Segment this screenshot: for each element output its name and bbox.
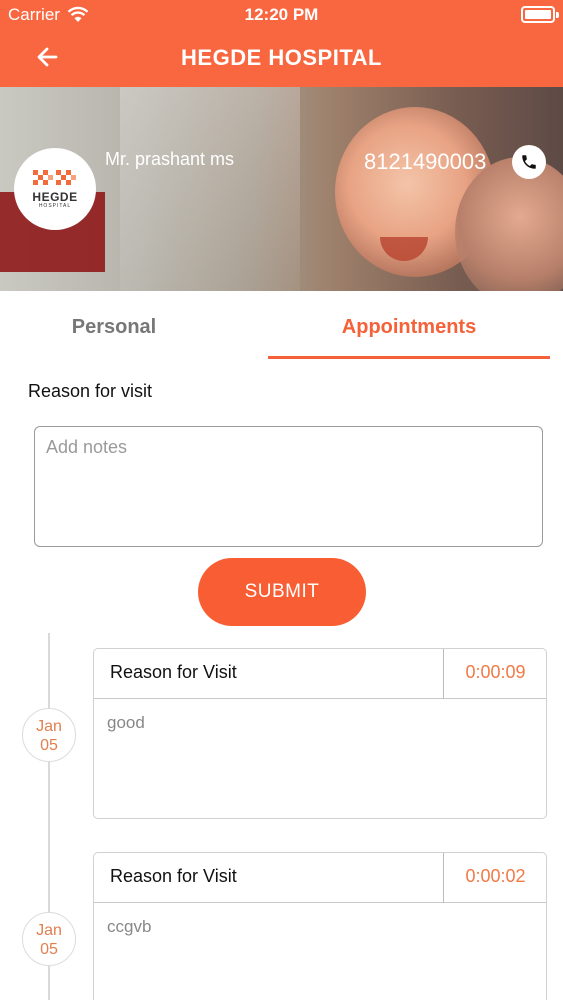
appointment-date-badge: Jan 05 (22, 708, 76, 762)
appointment-date-badge: Jan 05 (22, 912, 76, 966)
date-month: Jan (36, 922, 62, 939)
appointment-note: ccgvb (107, 917, 152, 936)
notes-input[interactable] (34, 426, 543, 547)
phone-icon (522, 155, 536, 169)
logo-subtext: HOSPITAL (38, 203, 72, 209)
reason-for-visit-label: Reason for visit (28, 381, 153, 401)
appointment-card-header: Reason for Visit 0:00:02 (94, 853, 546, 903)
phone-number: 8121490003 (364, 149, 487, 174)
appointment-note: good (107, 713, 145, 732)
date-month: Jan (36, 718, 62, 735)
tab-appointments[interactable]: Appointments (268, 316, 550, 339)
appointment-card[interactable]: Reason for Visit 0:00:09 good (93, 648, 547, 819)
call-button[interactable] (512, 145, 546, 179)
tab-personal[interactable]: Personal (0, 316, 228, 339)
date-day: 05 (40, 737, 58, 754)
page-title: HEGDE HOSPITAL (181, 45, 382, 70)
appointment-title: Reason for Visit (110, 866, 237, 886)
patient-name: Mr. prashant ms (105, 149, 235, 169)
appointment-timer: 0:00:09 (465, 662, 526, 682)
status-bar: Carrier 12:20 PM (0, 0, 563, 30)
battery-icon (521, 6, 559, 23)
active-tab-indicator (268, 356, 550, 359)
hospital-logo: HEGDE HOSPITAL (14, 148, 96, 230)
hospital-logo-mark (33, 170, 76, 185)
logo-text: HEGDE (32, 190, 78, 204)
date-day: 05 (40, 941, 58, 958)
appointment-card-header: Reason for Visit 0:00:09 (94, 649, 546, 699)
appointment-timer: 0:00:02 (465, 866, 526, 886)
clock: 12:20 PM (244, 5, 319, 24)
appointment-title: Reason for Visit (110, 662, 237, 682)
banner-highlight (120, 87, 300, 291)
submit-button[interactable]: SUBMIT (198, 558, 366, 626)
appointment-card[interactable]: Reason for Visit 0:00:02 ccgvb (93, 852, 547, 1000)
app-header: Carrier 12:20 PM HEGDE HOSPITAL (0, 0, 563, 87)
